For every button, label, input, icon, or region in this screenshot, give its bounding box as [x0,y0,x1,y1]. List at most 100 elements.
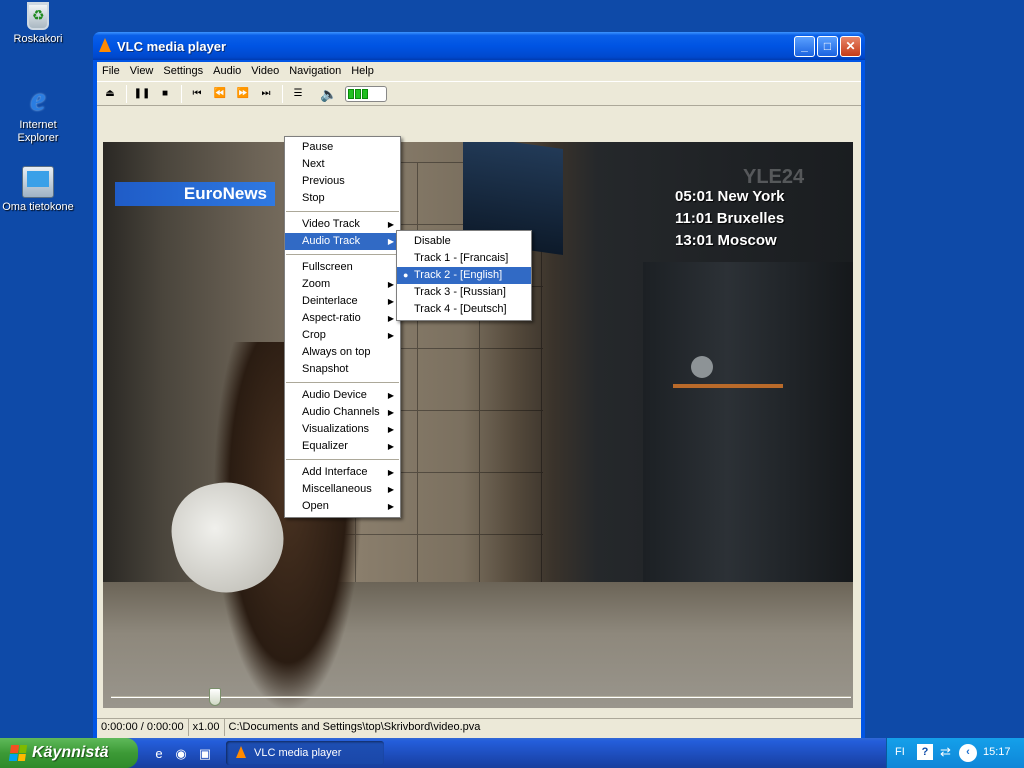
seek-handle[interactable] [209,688,221,706]
playlist-icon[interactable]: ☰ [289,85,307,103]
menu-item-deinterlace[interactable]: Deinterlace ▶ [285,293,400,310]
menu-item-equalizer[interactable]: Equalizer ▶ [285,438,400,455]
submenu-arrow-icon: ▶ [387,237,394,246]
menu-item-disable[interactable]: Disable [397,233,531,250]
submenu-arrow-icon: ▶ [387,468,394,477]
menu-item-zoom[interactable]: Zoom ▶ [285,276,400,293]
menu-help[interactable]: Help [346,65,379,77]
taskbar: Käynnistä e ◉ ▣ VLC media player FI ? ⇄ … [0,738,1024,768]
toolbar: ⏏ ❚❚ ■ ⏮ ⏪ ⏩ ⏭ ☰ 🔈 [97,81,861,106]
menu-item-video-track[interactable]: Video Track ▶ [285,216,400,233]
menu-item-track-1[interactable]: Track 1 - [Francais] [397,250,531,267]
menu-settings[interactable]: Settings [158,65,208,77]
submenu-arrow-icon: ▶ [387,485,394,494]
menu-item-aspect-ratio[interactable]: Aspect-ratio ▶ [285,310,400,327]
window-title: VLC media player [117,39,227,54]
menu-item-track-3[interactable]: Track 3 - [Russian] [397,284,531,301]
video-frame [643,262,853,602]
menu-video[interactable]: Video [246,65,284,77]
show-hidden-icons-chevron-icon[interactable]: ‹ [959,744,977,762]
menu-view[interactable]: View [125,65,159,77]
pause-icon[interactable]: ❚❚ [133,85,151,103]
quicklaunch-media-icon[interactable]: ◉ [172,745,190,763]
start-label: Käynnistä [32,744,109,761]
menu-item-track-4[interactable]: Track 4 - [Deutsch] [397,301,531,318]
submenu-arrow-icon: ▶ [387,280,394,289]
title-bar[interactable]: VLC media player _ □ ✕ [93,32,865,60]
menu-item-miscellaneous[interactable]: Miscellaneous ▶ [285,481,400,498]
vlc-cone-icon [99,38,111,52]
previous-icon[interactable]: ⏮ [188,85,206,103]
rewind-icon[interactable]: ⏪ [211,85,229,103]
submenu-arrow-icon: ▶ [387,391,394,400]
video-frame [673,384,783,388]
my-computer-icon [22,166,54,198]
submenu-arrow-icon: ▶ [387,331,394,340]
desktop-icon-label: Roskakori [13,33,63,45]
menu-item-audio-channels[interactable]: Audio Channels ▶ [285,404,400,421]
menu-item-crop[interactable]: Crop ▶ [285,327,400,344]
volume-slider[interactable] [345,85,387,102]
internet-explorer-icon: e [30,81,46,118]
desktop-icon-my-computer[interactable]: Oma tietokone [0,166,76,214]
tray-clock: 15:17 [983,746,1011,758]
menu-item-track-2[interactable]: ● Track 2 - [English] [397,267,531,284]
network-icon[interactable]: ⇄ [940,744,951,760]
radio-bullet-icon: ● [403,270,409,280]
minimize-button[interactable]: _ [794,36,815,57]
quicklaunch-desktop-icon[interactable]: ▣ [196,745,214,763]
menu-item-stop[interactable]: Stop [285,190,400,207]
volume-segment [355,88,361,99]
quicklaunch-ie-icon[interactable]: e [150,745,168,763]
fast-forward-icon[interactable]: ⏩ [234,85,252,103]
menu-item-audio-device[interactable]: Audio Device ▶ [285,387,400,404]
video-area[interactable]: EuroNews YLE24 05:01 New York 11:01 Brux… [103,142,853,708]
status-speed: x1.00 [189,719,225,736]
submenu-arrow-icon: ▶ [387,297,394,306]
menu-item-label: Video Track [302,218,360,230]
menu-item-label: Open [302,500,329,512]
seek-bar[interactable] [111,696,851,698]
menu-item-label: Audio Device [302,389,367,401]
menu-item-add-interface[interactable]: Add Interface ▶ [285,464,400,481]
close-button[interactable]: ✕ [840,36,861,57]
desktop-icon-internet-explorer[interactable]: e Internet Explorer [0,81,76,145]
submenu-arrow-icon: ▶ [387,502,394,511]
menu-item-always-on-top[interactable]: Always on top [285,344,400,361]
menu-navigation[interactable]: Navigation [284,65,346,77]
menu-item-open[interactable]: Open ▶ [285,498,400,515]
menu-item-pause[interactable]: Pause [285,139,400,156]
status-time: 0:00:00 / 0:00:00 [97,719,189,736]
volume-segment [362,88,368,99]
menu-item-visualizations[interactable]: Visualizations ▶ [285,421,400,438]
menu-bar: File View Settings Audio Video Navigatio… [97,62,861,80]
language-indicator[interactable]: FI [895,746,905,758]
menu-item-label: Miscellaneous [302,483,372,495]
taskbar-button-label: VLC media player [254,747,342,759]
speaker-icon[interactable]: 🔈 [320,85,338,103]
submenu-arrow-icon: ▶ [387,220,394,229]
menu-audio[interactable]: Audio [208,65,246,77]
menu-item-label: Aspect-ratio [302,312,361,324]
menu-item-fullscreen[interactable]: Fullscreen [285,259,400,276]
world-clock-overlay: 05:01 New York 11:01 Bruxelles 13:01 Mos… [675,188,785,249]
menu-item-label: Zoom [302,278,331,290]
eject-icon[interactable]: ⏏ [101,85,119,103]
start-button[interactable]: Käynnistä [0,738,138,768]
menu-item-snapshot[interactable]: Snapshot [285,361,400,378]
submenu-arrow-icon: ▶ [387,425,394,434]
menu-item-next[interactable]: Next [285,156,400,173]
window-client: File View Settings Audio Video Navigatio… [97,62,861,738]
status-file: C:\Documents and Settings\top\Skrivbord\… [228,721,481,733]
stop-icon[interactable]: ■ [156,85,174,103]
next-icon[interactable]: ⏭ [257,85,275,103]
help-icon[interactable]: ? [917,744,933,760]
recycle-bin-icon [27,2,49,30]
taskbar-vlc-button[interactable]: VLC media player [226,741,384,765]
menu-item-audio-track[interactable]: Audio Track ▶ [285,233,400,250]
menu-item-previous[interactable]: Previous [285,173,400,190]
desktop-icon-recycle-bin[interactable]: Roskakori [0,2,76,46]
toolbar-separator [181,84,182,103]
menu-file[interactable]: File [97,65,125,77]
maximize-button[interactable]: □ [817,36,838,57]
